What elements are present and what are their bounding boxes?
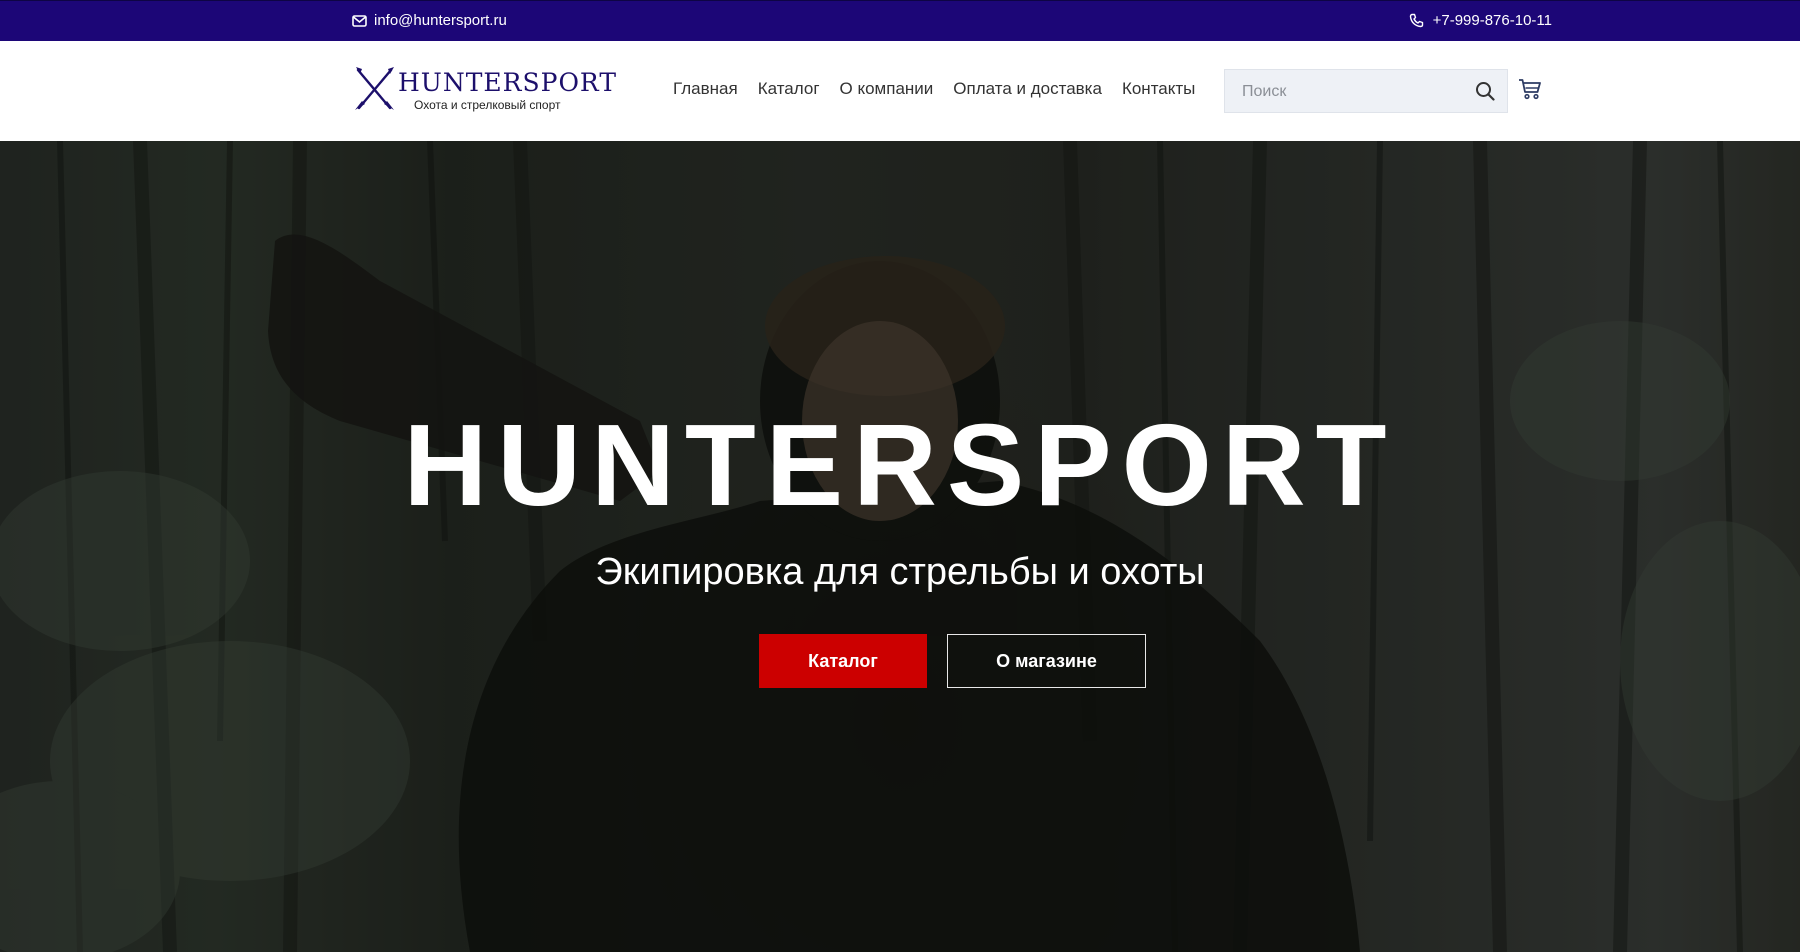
hero-banner: HUNTERSPORT Экипировка для стрельбы и ох… [0,141,1800,952]
hero-overlay [0,141,1800,952]
phone-text: +7-999-876-10-11 [1432,12,1552,29]
site-header: HUNTERSPORT Охота и стрелковый спорт Гла… [0,41,1800,141]
nav-item-home[interactable]: Главная [673,79,738,99]
hero-title: HUNTERSPORT [403,400,1397,530]
crossed-rifles-icon [354,66,396,117]
search-box [1224,69,1508,114]
phone-icon [1409,13,1424,28]
cart-icon[interactable] [1518,78,1542,105]
nav-item-contacts[interactable]: Контакты [1122,79,1195,99]
main-nav: Главная Каталог О компании Оплата и дост… [673,79,1215,99]
nav-item-about[interactable]: О компании [840,79,934,99]
nav-item-catalog[interactable]: Каталог [758,79,820,99]
search-input[interactable] [1225,70,1474,114]
catalog-button[interactable]: Каталог [759,634,927,688]
top-contact-bar: info@huntersport.ru +7-999-876-10-11 [0,0,1800,41]
logo-name: HUNTERSPORT [398,68,617,97]
email-text: info@huntersport.ru [374,12,507,29]
contact-phone[interactable]: +7-999-876-10-11 [1409,12,1552,29]
about-store-button[interactable]: О магазине [947,634,1146,688]
site-logo[interactable]: HUNTERSPORT Охота и стрелковый спорт [354,66,616,117]
nav-item-payment-delivery[interactable]: Оплата и доставка [953,79,1102,99]
logo-tagline: Охота и стрелковый спорт [414,98,561,112]
contact-email[interactable]: info@huntersport.ru [352,12,507,29]
envelope-icon [352,14,367,27]
search-icon[interactable] [1475,81,1495,106]
hero-subtitle: Экипировка для стрельбы и охоты [595,551,1205,593]
